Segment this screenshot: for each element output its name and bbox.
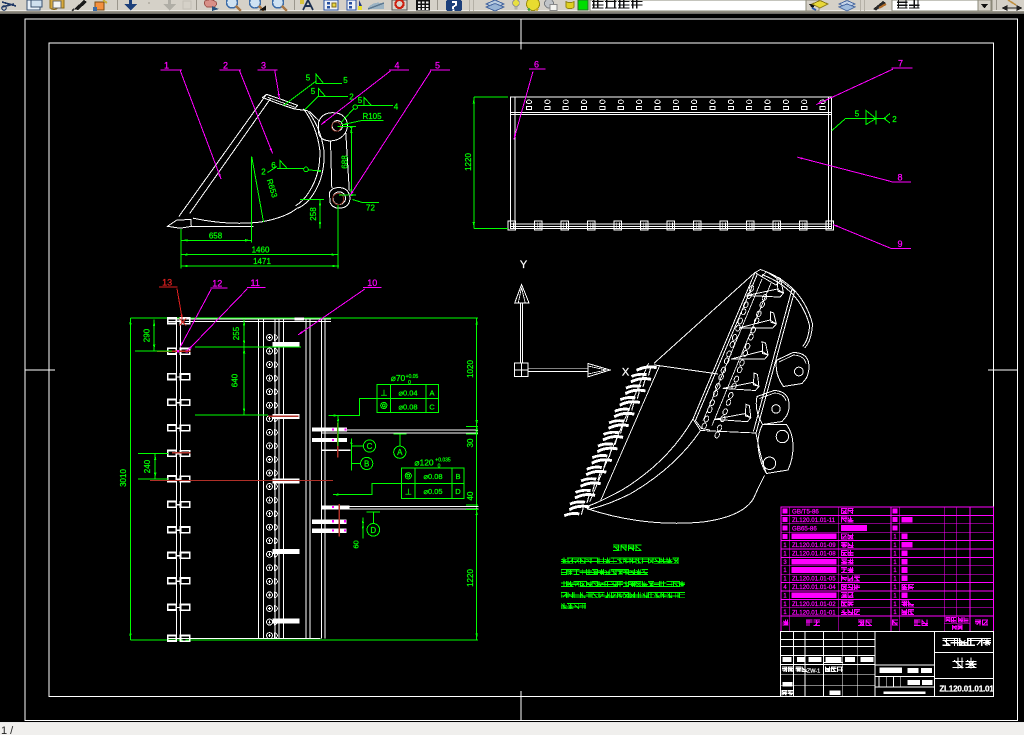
svg-text:GB/T5-86: GB/T5-86 xyxy=(792,509,819,516)
svg-text:A: A xyxy=(429,389,434,398)
svg-text:B: B xyxy=(455,472,460,481)
svg-text:⌀120: ⌀120 xyxy=(414,458,434,468)
svg-text:9: 9 xyxy=(897,239,902,249)
svg-text:⌀0.05: ⌀0.05 xyxy=(423,487,442,496)
svg-text:72: 72 xyxy=(366,204,375,213)
svg-text:688: 688 xyxy=(341,155,350,169)
svg-text:5: 5 xyxy=(358,96,363,105)
svg-text:C: C xyxy=(429,403,435,412)
svg-text:2: 2 xyxy=(892,115,897,124)
svg-text:640: 640 xyxy=(231,373,240,387)
svg-text:5: 5 xyxy=(343,76,348,85)
svg-text:240: 240 xyxy=(143,459,152,473)
svg-text:60: 60 xyxy=(352,540,361,548)
svg-text:8: 8 xyxy=(897,173,902,183)
svg-text:11: 11 xyxy=(251,278,260,288)
svg-text:5: 5 xyxy=(855,110,860,119)
svg-text:5: 5 xyxy=(435,61,440,71)
svg-text:D: D xyxy=(370,526,376,535)
svg-text:30: 30 xyxy=(466,438,475,447)
svg-text:290: 290 xyxy=(143,328,152,342)
svg-text:⌀0.04: ⌀0.04 xyxy=(398,389,417,398)
svg-text:ZL120.01.01-04: ZL120.01.01-04 xyxy=(792,584,836,591)
svg-text:12: 12 xyxy=(212,278,222,288)
svg-text:⊥: ⊥ xyxy=(405,488,412,497)
svg-text:Y: Y xyxy=(520,259,528,271)
svg-text:4: 4 xyxy=(394,61,399,71)
svg-text:10: 10 xyxy=(367,278,377,288)
svg-text:2: 2 xyxy=(349,93,354,102)
svg-text:ZL120.01.01-05: ZL120.01.01-05 xyxy=(792,576,836,583)
svg-text:X: X xyxy=(622,367,630,379)
svg-text:ZL120.01.01-01: ZL120.01.01-01 xyxy=(792,609,836,616)
svg-text:⊥: ⊥ xyxy=(381,389,388,398)
svg-text:2: 2 xyxy=(261,168,266,177)
svg-text:ZL120.01.01-11: ZL120.01.01-11 xyxy=(792,517,836,524)
svg-text:3010: 3010 xyxy=(119,469,128,487)
svg-text:D: D xyxy=(455,487,461,496)
svg-text:ZL120.01.01-08: ZL120.01.01-08 xyxy=(792,551,836,558)
svg-text:255: 255 xyxy=(232,326,241,340)
svg-text:⌀0.08: ⌀0.08 xyxy=(398,403,417,412)
svg-text:13: 13 xyxy=(162,277,172,287)
svg-text:C: C xyxy=(367,442,373,451)
svg-text:0: 0 xyxy=(438,464,441,470)
svg-text:ZL120.01.01.01: ZL120.01.01.01 xyxy=(939,685,994,694)
svg-text:1471: 1471 xyxy=(253,257,271,266)
svg-text:5: 5 xyxy=(311,87,316,96)
svg-text:⌀0.08: ⌀0.08 xyxy=(423,472,442,481)
svg-text:1 /: 1 / xyxy=(1,725,14,735)
svg-text:7: 7 xyxy=(898,59,903,69)
svg-text:1220: 1220 xyxy=(464,153,473,171)
svg-text:6: 6 xyxy=(534,60,539,70)
svg-text:A: A xyxy=(397,448,403,457)
svg-text:1220: 1220 xyxy=(466,569,475,587)
svg-text:1020: 1020 xyxy=(466,360,475,378)
svg-text:2: 2 xyxy=(223,61,228,71)
svg-text:⌀70: ⌀70 xyxy=(391,373,406,383)
svg-text:GB65-86: GB65-86 xyxy=(792,525,817,532)
svg-text:0: 0 xyxy=(408,380,411,386)
svg-text:40: 40 xyxy=(466,491,475,500)
svg-text:1: 1 xyxy=(164,61,169,71)
svg-text:1460: 1460 xyxy=(252,246,270,255)
svg-text:258: 258 xyxy=(309,207,318,221)
svg-text:3: 3 xyxy=(261,61,266,71)
svg-text:ZL120.01.01-09: ZL120.01.01-09 xyxy=(792,542,836,549)
svg-text:5: 5 xyxy=(306,74,311,83)
svg-text:R105: R105 xyxy=(362,112,382,121)
svg-text:658: 658 xyxy=(209,231,223,240)
svg-text:4: 4 xyxy=(394,103,399,112)
svg-text:ZW-1: ZW-1 xyxy=(807,669,820,675)
svg-text:ZL120.01.01-02: ZL120.01.01-02 xyxy=(792,601,836,608)
svg-text:B: B xyxy=(364,460,369,469)
